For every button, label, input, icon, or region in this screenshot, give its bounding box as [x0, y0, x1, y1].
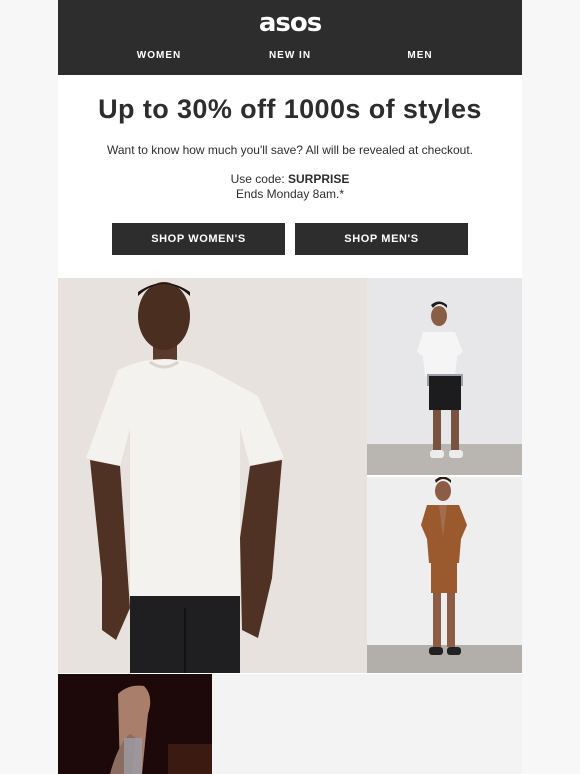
shop-womens-button[interactable]: SHOP WOMEN'S	[112, 223, 285, 255]
promo-subtext: Want to know how much you'll save? All w…	[106, 143, 474, 157]
nav-men[interactable]: MEN	[407, 50, 432, 61]
promo-headline: Up to 30% off 1000s of styles	[98, 94, 482, 124]
promo-code: SURPRISE	[288, 172, 350, 186]
email-body: asos WOMEN NEW IN MEN Up to 30% off 1000…	[58, 0, 522, 774]
promo-ends: Ends Monday 8am.*	[235, 187, 345, 201]
nav-women[interactable]: WOMEN	[137, 50, 181, 61]
header-bar: asos WOMEN NEW IN MEN	[58, 0, 522, 75]
image-heels[interactable]	[58, 674, 212, 774]
shop-mens-button[interactable]: SHOP MEN'S	[295, 223, 468, 255]
promo-code-block: Use code: SURPRISE Ends Monday 8am.*	[58, 172, 522, 202]
code-prefix: Use code:	[230, 172, 288, 186]
main-nav: WOMEN NEW IN MEN	[58, 50, 522, 64]
hero-image-white-tee[interactable]	[58, 278, 367, 673]
image-light-backdrop[interactable]	[212, 674, 522, 774]
image-shorts-outfit[interactable]	[367, 278, 522, 475]
nav-new-in[interactable]: NEW IN	[269, 50, 311, 61]
asos-logo[interactable]: asos	[58, 8, 522, 38]
image-brown-coord[interactable]	[367, 477, 522, 673]
